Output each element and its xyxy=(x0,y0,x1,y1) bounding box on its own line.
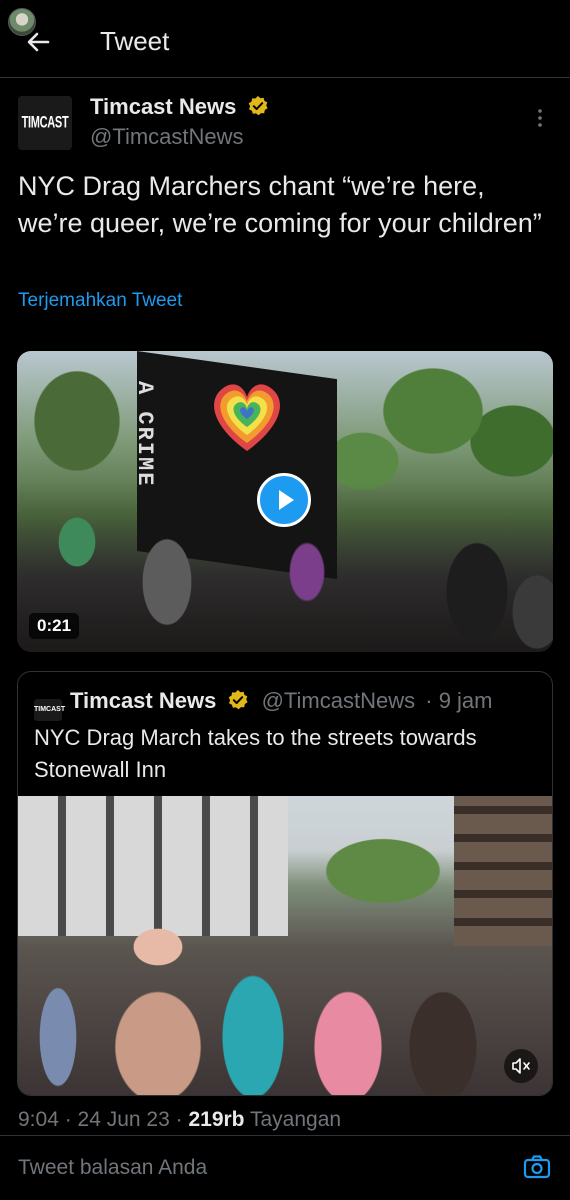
camera-icon xyxy=(523,1155,551,1179)
verified-badge-icon xyxy=(249,96,269,116)
rainbow-heart-icon xyxy=(214,384,280,451)
tweet-text: NYC Drag Marchers chant “we’re here, we’… xyxy=(18,171,542,238)
tweet-video[interactable]: A CRIME 0:21 xyxy=(17,351,553,652)
play-icon xyxy=(279,490,294,510)
muted-speaker-icon xyxy=(512,1058,530,1074)
author-name[interactable]: Timcast News xyxy=(90,94,236,119)
author-handle[interactable]: @TimcastNews xyxy=(90,124,244,150)
reply-bar: Tweet balasan Anda xyxy=(0,1135,570,1200)
tweet-date: 24 Jun 23 xyxy=(77,1108,170,1131)
quoted-video-crowd xyxy=(18,927,552,1095)
quoted-author-name: Timcast News xyxy=(70,688,217,713)
video-duration: 0:21 xyxy=(29,613,80,639)
top-bar: Tweet xyxy=(0,0,570,78)
flag-text: A CRIME xyxy=(132,381,157,488)
tweet-author: TIMCAST Timcast News @TimcastNews xyxy=(18,94,552,154)
author-logo-text: TIMCAST xyxy=(21,114,69,132)
reply-input[interactable]: Tweet balasan Anda xyxy=(18,1156,207,1180)
views-label: Tayangan xyxy=(249,1108,342,1131)
arrow-left-icon xyxy=(27,32,50,52)
translate-tweet-link[interactable]: Terjemahkan Tweet xyxy=(18,290,182,312)
more-options-button[interactable] xyxy=(532,106,548,130)
author-name-row[interactable]: Timcast News xyxy=(90,94,269,120)
back-button[interactable] xyxy=(22,24,58,60)
quoted-tweet-text: NYC Drag March takes to the streets towa… xyxy=(34,725,477,782)
quoted-video-building xyxy=(18,796,288,936)
quoted-tweet[interactable]: TIMCAST Timcast News @TimcastNews · 9 jam… xyxy=(17,671,553,1096)
quoted-video-building-right xyxy=(454,796,552,946)
camera-button[interactable] xyxy=(522,1152,552,1182)
quoted-video-trees xyxy=(298,826,468,916)
quoted-author-handle: @TimcastNews xyxy=(261,688,416,713)
tweet-meta: 9:04 · 24 Jun 23 · 219rb Tayangan xyxy=(18,1108,342,1131)
more-vertical-icon xyxy=(538,109,542,127)
verified-badge-icon xyxy=(229,690,249,710)
author-avatar[interactable]: TIMCAST xyxy=(18,96,72,150)
quoted-time-ago: · 9 jam xyxy=(425,688,493,713)
views-count: 219rb xyxy=(188,1108,245,1131)
play-button[interactable] xyxy=(257,473,311,527)
quoted-video[interactable] xyxy=(18,796,552,1095)
mute-button[interactable] xyxy=(504,1049,538,1083)
page-title: Tweet xyxy=(100,26,170,56)
quoted-tweet-header: TIMCAST Timcast News @TimcastNews · 9 jam xyxy=(34,688,493,721)
quoted-author-avatar: TIMCAST xyxy=(34,699,65,721)
tweet-time: 9:04 xyxy=(18,1108,59,1131)
